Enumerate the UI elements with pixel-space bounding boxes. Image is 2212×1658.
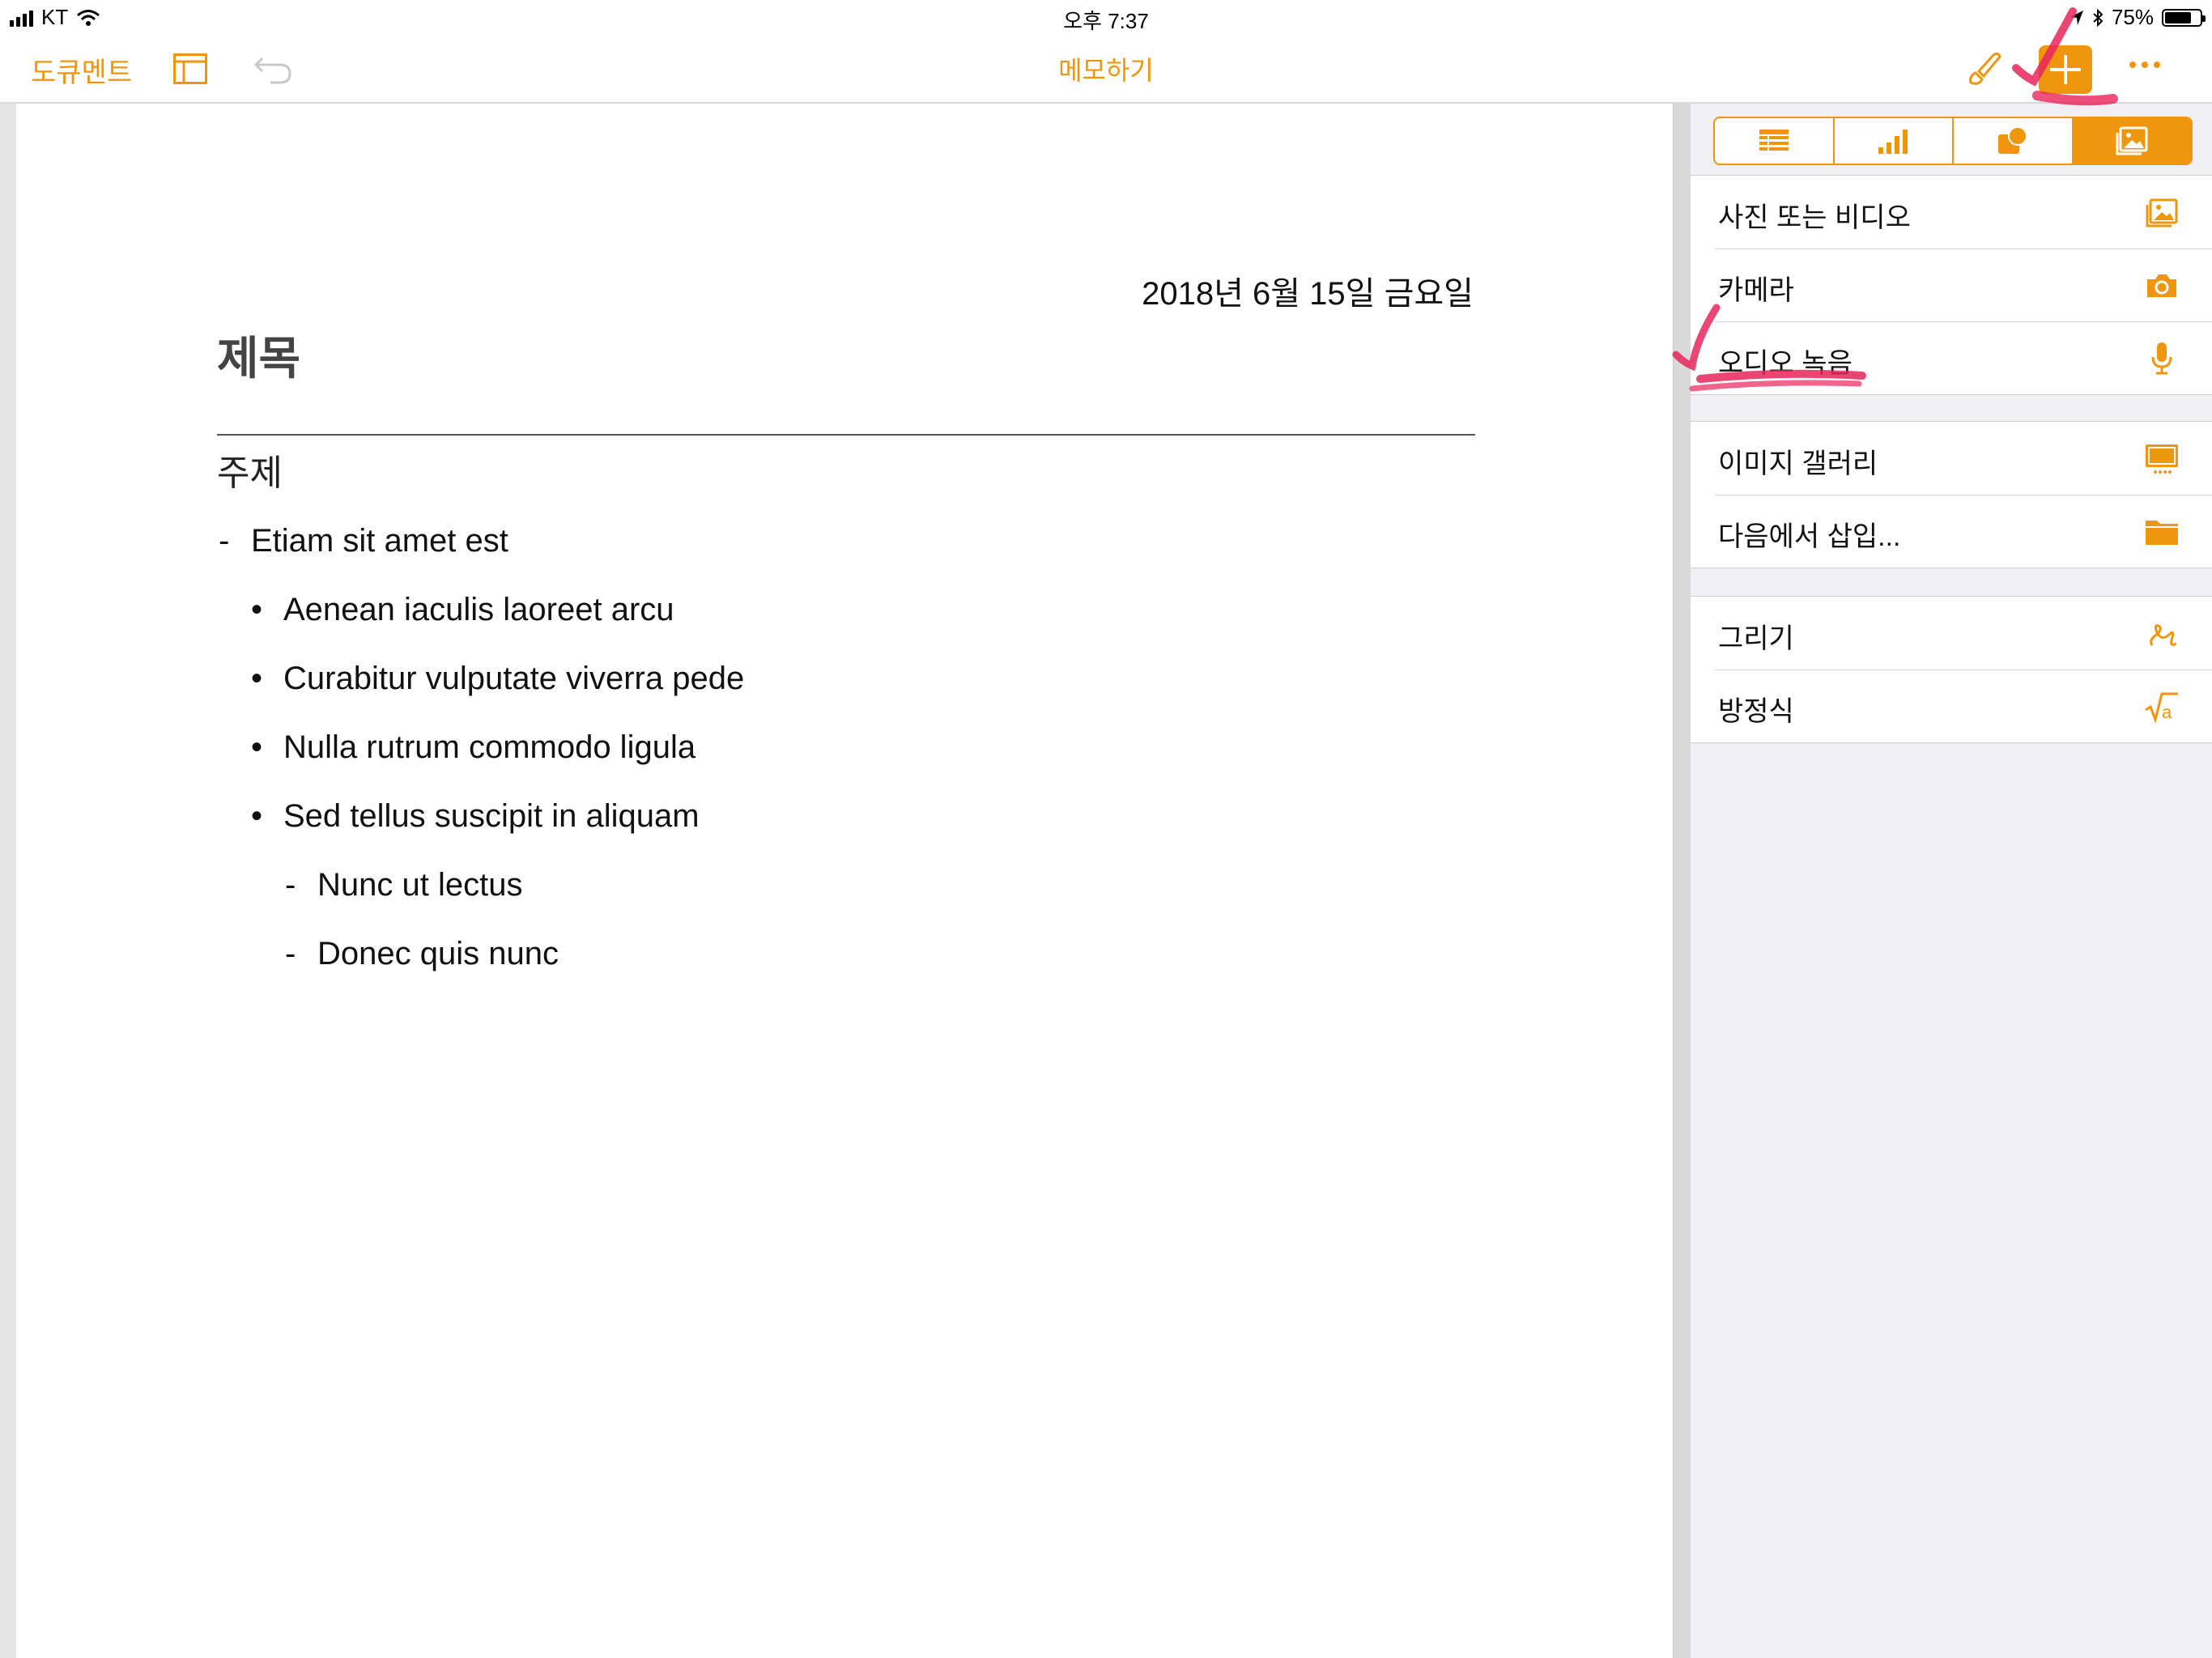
list-item[interactable]: • Nulla rutrum commodo ligula <box>251 729 696 766</box>
battery-level <box>2165 11 2191 23</box>
list-item-text: Curabitur vulputate viverra pede <box>283 661 745 696</box>
insert-option-label: 그리기 <box>1718 623 1794 654</box>
toolbar: 도큐멘트 메모하기 <box>0 36 2212 104</box>
list-marker: - <box>219 523 230 559</box>
list-marker: • <box>251 729 263 765</box>
battery-percent: 75% <box>2111 5 2154 29</box>
list-item[interactable]: • Aenean iaculis laoreet arcu <box>251 592 674 628</box>
format-brush-icon[interactable] <box>1964 47 2006 89</box>
insert-group-media: 사진 또는 비디오 카메라 오디오 녹음 <box>1691 175 2212 395</box>
tab-tables[interactable] <box>1715 118 1835 164</box>
list-marker: - <box>285 867 296 903</box>
insert-option-label: 이미지 갤러리 <box>1718 449 1878 479</box>
microphone-icon <box>2151 342 2172 375</box>
document-heading[interactable]: 제목 <box>217 322 300 388</box>
status-bar: KT 오후 7:37 75% <box>0 0 2212 36</box>
insert-drawing[interactable]: 그리기 <box>1691 597 2212 670</box>
insert-camera[interactable]: 카메라 <box>1691 249 2212 321</box>
tab-media[interactable] <box>2073 118 2191 164</box>
list-item-text: Etiam sit amet est <box>251 523 508 559</box>
insert-option-label: 방정식 <box>1718 696 1794 727</box>
image-gallery-icon <box>2146 444 2178 474</box>
list-item[interactable]: • Curabitur vulputate viverra pede <box>251 661 745 697</box>
table-icon <box>1759 130 1789 151</box>
drawing-icon <box>2150 624 2177 646</box>
status-time: 오후 7:37 <box>1063 9 1149 33</box>
insert-equation[interactable]: 방정식 a <box>1691 670 2212 742</box>
list-marker: • <box>251 661 263 696</box>
insert-group-files: 이미지 갤러리 다음에서 삽입... <box>1691 421 2212 568</box>
insert-photo-or-video[interactable]: 사진 또는 비디오 <box>1691 176 2212 249</box>
bluetooth-icon <box>2093 8 2104 27</box>
list-item[interactable]: - Etiam sit amet est <box>219 523 508 559</box>
insert-category-tabs <box>1713 117 2193 165</box>
list-marker: • <box>251 592 263 627</box>
document-title: 메모하기 <box>1058 56 1154 85</box>
list-item-text: Donec quis nunc <box>317 936 559 971</box>
folder-icon <box>2146 521 2178 545</box>
insert-option-label: 오디오 녹음 <box>1718 348 1853 379</box>
insert-option-label: 카메라 <box>1718 275 1794 306</box>
tab-shapes[interactable] <box>1954 118 2074 164</box>
list-marker: • <box>251 798 263 834</box>
document-gutter-left <box>0 104 16 1658</box>
insert-audio-recording[interactable]: 오디오 녹음 <box>1691 321 2212 394</box>
chart-icon <box>1878 130 1908 154</box>
photo-icon <box>2146 198 2178 227</box>
camera-icon <box>2147 274 2176 297</box>
insert-from[interactable]: 다음에서 삽입... <box>1691 495 2212 568</box>
shapes-icon <box>1997 126 2027 154</box>
battery-icon <box>2162 8 2206 27</box>
list-item[interactable]: • Sed tellus suscipit in aliquam <box>251 798 700 835</box>
list-item-text: Sed tellus suscipit in aliquam <box>283 798 700 834</box>
media-icon <box>2116 126 2148 155</box>
list-item[interactable]: - Nunc ut lectus <box>285 867 523 903</box>
list-marker: - <box>285 936 296 971</box>
equation-icon: a <box>2145 692 2178 725</box>
list-item[interactable]: - Donec quis nunc <box>285 936 559 972</box>
insert-option-label: 다음에서 삽입... <box>1718 521 1901 552</box>
insert-group-tools: 그리기 방정식 a <box>1691 596 2212 743</box>
insert-image-gallery[interactable]: 이미지 갤러리 <box>1691 422 2212 495</box>
more-options-icon[interactable] <box>2129 62 2160 68</box>
document-date[interactable]: 2018년 6월 15일 금요일 <box>1053 267 1474 314</box>
location-icon <box>2069 10 2083 25</box>
list-item-text: Aenean iaculis laoreet arcu <box>283 592 674 627</box>
heading-divider <box>217 434 1475 436</box>
document-subject[interactable]: 주제 <box>217 444 283 495</box>
tab-charts[interactable] <box>1835 118 1954 164</box>
insert-option-label: 사진 또는 비디오 <box>1718 202 1911 233</box>
add-button[interactable] <box>2039 45 2092 94</box>
list-item-text: Nulla rutrum commodo ligula <box>283 729 696 765</box>
list-item-text: Nunc ut lectus <box>317 867 523 903</box>
svg-text:a: a <box>2162 702 2172 722</box>
document-scroll-edge <box>1673 104 1691 1658</box>
